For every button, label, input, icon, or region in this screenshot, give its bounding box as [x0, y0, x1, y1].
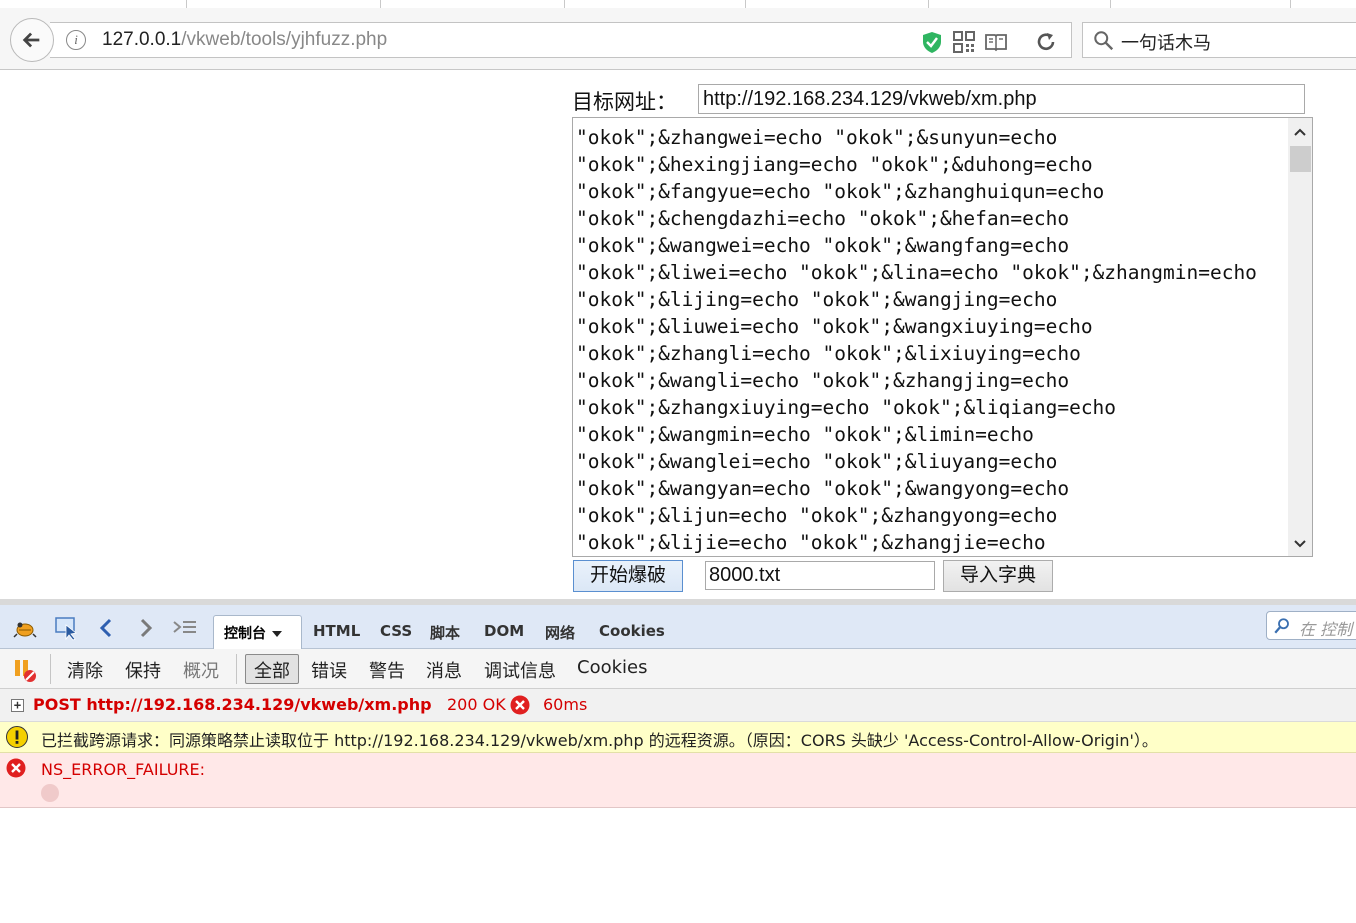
- payload-textarea[interactable]: "okok";&zhangwei=echo "okok";&sunyun=ech…: [572, 117, 1313, 557]
- target-url-input[interactable]: http://192.168.234.129/vkweb/xm.php: [698, 84, 1305, 114]
- tab-html[interactable]: HTML: [313, 622, 360, 640]
- back-button[interactable]: [10, 18, 54, 62]
- post-request-url[interactable]: POST http://192.168.234.129/vkweb/xm.php: [33, 695, 432, 714]
- tab-dom[interactable]: DOM: [484, 622, 524, 640]
- search-box[interactable]: 一句话木马: [1082, 22, 1356, 58]
- console-filter-bar: 清除 保持 概况 全部 错误 警告 消息 调试信息 Cookies: [0, 649, 1356, 689]
- payload-text[interactable]: "okok";&zhangwei=echo "okok";&sunyun=ech…: [576, 124, 1288, 556]
- tab-divider: [1290, 0, 1291, 8]
- back-arrow-icon: [22, 32, 40, 48]
- payload-line: "okok";&lijun=echo "okok";&zhangyong=ech…: [576, 504, 1058, 527]
- tab-divider: [186, 0, 187, 8]
- url-path: /vkweb/tools/yjhfuzz.php: [181, 29, 388, 50]
- pause-on-error-icon[interactable]: [12, 657, 38, 683]
- payload-line: "okok";&hexingjiang=echo "okok";&duhong=…: [576, 153, 1093, 176]
- tab-divider: [380, 0, 381, 8]
- profile-button[interactable]: 概况: [183, 657, 219, 683]
- inspect-element-icon[interactable]: [54, 615, 80, 641]
- payload-line: "okok";&wangmin=echo "okok";&limin=echo: [576, 423, 1034, 446]
- filter-errors[interactable]: 错误: [311, 657, 347, 683]
- error-text: NS_ERROR_FAILURE:: [41, 760, 206, 779]
- payload-line: "okok";&wangli=echo "okok";&zhangjing=ec…: [576, 369, 1070, 392]
- payload-line: "okok";&zhangli=echo "okok";&lixiuying=e…: [576, 342, 1081, 365]
- qr-code-icon[interactable]: [952, 30, 976, 54]
- search-input[interactable]: 一句话木马: [1121, 29, 1211, 55]
- payload-line: "okok";&fangyue=echo "okok";&zhanghuiqun…: [576, 180, 1105, 203]
- devtools-toolbar: 控制台 HTML CSS 脚本 DOM 网络 Cookies 在 控制: [0, 605, 1356, 650]
- firebug-icon[interactable]: [12, 615, 38, 641]
- filter-warnings[interactable]: 警告: [369, 657, 405, 683]
- dictionary-file-input[interactable]: 8000.txt: [705, 561, 935, 590]
- tab-divider: [564, 0, 565, 8]
- reload-icon[interactable]: [1034, 30, 1058, 54]
- tab-strip: [0, 0, 1356, 8]
- clipped-line: [573, 118, 1288, 123]
- divider: [236, 654, 237, 684]
- payload-line: "okok";&wangwei=echo "okok";&wangfang=ec…: [576, 234, 1070, 257]
- payload-line: "okok";&zhangxiuying=echo "okok";&liqian…: [576, 396, 1117, 419]
- tab-divider: [1110, 0, 1111, 8]
- filter-cookies[interactable]: Cookies: [577, 657, 647, 678]
- navigation-bar: i 127.0.0.1/vkweb/tools/yjhfuzz.php 一句话木…: [0, 8, 1356, 70]
- payload-line: "okok";&liwei=echo "okok";&lina=echo "ok…: [576, 261, 1257, 284]
- tab-divider: [745, 0, 746, 8]
- expand-icon[interactable]: +: [11, 699, 24, 712]
- info-icon[interactable]: i: [66, 30, 86, 50]
- error-detail-dot: [41, 784, 59, 802]
- tab-cookies[interactable]: Cookies: [599, 622, 665, 640]
- url-text[interactable]: 127.0.0.1/vkweb/tools/yjhfuzz.php: [102, 29, 387, 51]
- url-host: 127.0.0.1: [102, 29, 182, 50]
- payload-line: "okok";&wangyan=echo "okok";&wangyong=ec…: [576, 477, 1070, 500]
- search-icon: [1094, 31, 1114, 51]
- filter-debug-info[interactable]: 调试信息: [484, 657, 556, 683]
- shield-icon[interactable]: [920, 30, 944, 54]
- tab-network[interactable]: 网络: [545, 622, 575, 643]
- tab-console-label: 控制台: [224, 626, 266, 642]
- divider: [50, 654, 51, 684]
- tab-css[interactable]: CSS: [380, 622, 412, 640]
- address-bar[interactable]: i 127.0.0.1/vkweb/tools/yjhfuzz.php: [50, 22, 1072, 58]
- search-icon: [1274, 618, 1289, 634]
- scrollbar-thumb[interactable]: [1290, 146, 1311, 172]
- error-icon: [510, 695, 530, 715]
- response-status: 200 OK: [447, 695, 506, 714]
- filter-info[interactable]: 消息: [426, 657, 462, 683]
- persist-button[interactable]: 保持: [125, 657, 161, 683]
- log-entry-error: NS_ERROR_FAILURE:: [0, 753, 1356, 808]
- console-search[interactable]: 在 控制: [1266, 611, 1356, 640]
- forward-icon[interactable]: [132, 615, 158, 641]
- payload-line: "okok";&lijie=echo "okok";&zhangjie=echo: [576, 531, 1046, 554]
- filter-all[interactable]: 全部: [245, 654, 299, 684]
- start-brute-force-button[interactable]: 开始爆破: [573, 560, 683, 592]
- warning-icon: [6, 726, 28, 748]
- log-entry-warning: 已拦截跨源请求：同源策略禁止读取位于 http://192.168.234.12…: [0, 722, 1356, 753]
- payload-line: "okok";&chengdazhi=echo "okok";&hefan=ec…: [576, 207, 1070, 230]
- tab-divider: [928, 0, 929, 8]
- payload-line: "okok";&liuwei=echo "okok";&wangxiuying=…: [576, 315, 1093, 338]
- error-icon: [6, 758, 26, 778]
- payload-line: "okok";&zhangwei=echo "okok";&sunyun=ech…: [576, 126, 1058, 149]
- tab-console[interactable]: 控制台: [213, 615, 302, 650]
- scroll-up-icon[interactable]: [1288, 120, 1312, 144]
- log-entry-post[interactable]: + POST http://192.168.234.129/vkweb/xm.p…: [0, 689, 1356, 722]
- cors-warning-text: 已拦截跨源请求：同源策略禁止读取位于 http://192.168.234.12…: [41, 731, 1158, 750]
- payload-line: "okok";&lijing=echo "okok";&wangjing=ech…: [576, 288, 1058, 311]
- clear-button[interactable]: 清除: [67, 657, 103, 683]
- vertical-scrollbar[interactable]: [1288, 118, 1312, 556]
- console-search-placeholder: 在 控制: [1299, 620, 1353, 639]
- reader-view-icon[interactable]: [984, 30, 1008, 54]
- target-url-label: 目标网址：: [572, 90, 677, 114]
- command-line-icon[interactable]: [172, 615, 198, 641]
- back-icon[interactable]: [94, 615, 120, 641]
- import-dictionary-button[interactable]: 导入字典: [943, 560, 1053, 592]
- response-time: 60ms: [543, 695, 588, 714]
- payload-line: "okok";&wanglei=echo "okok";&liuyang=ech…: [576, 450, 1058, 473]
- scroll-down-icon[interactable]: [1288, 532, 1312, 556]
- tab-script[interactable]: 脚本: [430, 622, 460, 643]
- chevron-down-icon[interactable]: [272, 631, 282, 637]
